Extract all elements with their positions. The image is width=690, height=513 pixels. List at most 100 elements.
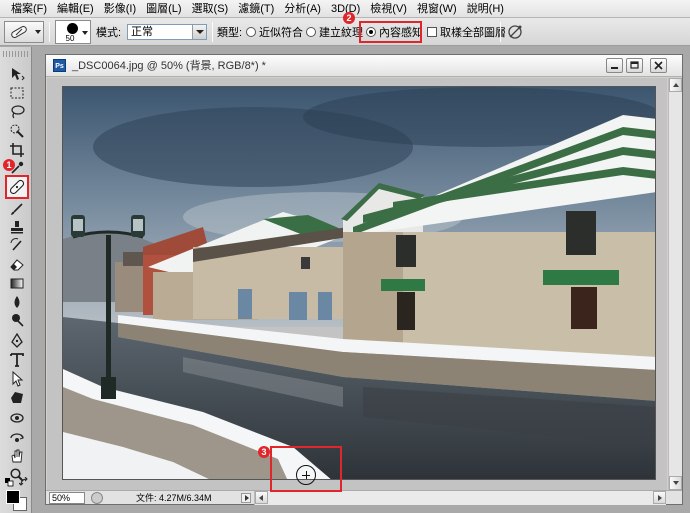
minimize-icon xyxy=(611,67,618,69)
3d-orbit-icon xyxy=(10,432,24,442)
path-selection-tool[interactable] xyxy=(8,370,26,387)
step-badge-2: 2 xyxy=(343,12,355,24)
document-titlebar[interactable]: Ps _DSC0064.jpg @ 50% (背景, RGB/8*) * xyxy=(46,55,682,77)
mode-select[interactable]: 正常 xyxy=(127,24,207,40)
tool-preset-picker[interactable] xyxy=(4,21,44,43)
step-badge-3: 3 xyxy=(258,446,270,458)
scroll-left-icon[interactable] xyxy=(255,491,268,504)
toolbox xyxy=(0,47,32,513)
eraser-tool[interactable] xyxy=(8,255,26,272)
shape-icon xyxy=(11,391,23,403)
type-tool[interactable] xyxy=(8,351,26,368)
hand-tool[interactable] xyxy=(8,447,26,464)
brush-tip-icon xyxy=(67,23,78,34)
menu-filter[interactable]: 濾鏡(T) xyxy=(233,0,279,18)
menu-image[interactable]: 影像(I) xyxy=(99,0,141,18)
default-colors-icon[interactable] xyxy=(5,478,15,488)
shape-tool[interactable] xyxy=(8,389,26,406)
pen-icon xyxy=(11,332,23,348)
highlight-box xyxy=(359,21,422,43)
eraser-icon xyxy=(10,258,24,270)
radio-proximity-label: 近似符合 xyxy=(259,27,303,39)
hand-icon xyxy=(11,449,23,462)
history-brush-tool[interactable] xyxy=(8,236,26,253)
healing-bandage-icon xyxy=(9,179,25,195)
scroll-down-icon[interactable] xyxy=(669,476,682,490)
history-brush-icon xyxy=(10,237,22,251)
sample-all-layers-checkbox[interactable]: 取樣全部圖層 xyxy=(427,18,506,46)
vertical-scrollbar[interactable] xyxy=(668,78,682,490)
dodge-tool[interactable] xyxy=(8,311,26,328)
dropdown-arrow-icon[interactable] xyxy=(192,25,206,39)
brush-tool[interactable] xyxy=(8,200,26,217)
minimize-button[interactable] xyxy=(606,58,623,73)
divider xyxy=(212,22,213,42)
stamp-icon xyxy=(11,220,23,233)
step-badge-1: 1 xyxy=(3,159,15,171)
crop-tool[interactable] xyxy=(8,141,26,158)
photoshop-icon: Ps xyxy=(53,59,66,72)
chevron-down-icon xyxy=(35,30,41,34)
status-info-icon[interactable] xyxy=(91,492,103,504)
3d-orbit-tool[interactable] xyxy=(8,428,26,445)
document-size-readout: 文件: 4.27M/6.34M xyxy=(136,493,212,503)
maximize-icon xyxy=(630,61,639,69)
horizontal-scrollbar[interactable] xyxy=(254,491,666,505)
zoom-level-field[interactable]: 50% xyxy=(49,492,85,504)
close-button[interactable] xyxy=(650,58,667,73)
gradient-tool[interactable] xyxy=(8,274,26,291)
mode-value: 正常 xyxy=(131,26,153,38)
menu-layer[interactable]: 圖層(L) xyxy=(141,0,186,18)
menu-file[interactable]: 檔案(F) xyxy=(6,0,52,18)
3d-rotate-icon xyxy=(10,412,24,423)
brush-cursor-icon xyxy=(296,465,316,485)
checkbox[interactable] xyxy=(427,27,437,37)
brush-size: 50 xyxy=(65,34,75,43)
move-tool[interactable] xyxy=(8,65,26,82)
document-window: Ps _DSC0064.jpg @ 50% (背景, RGB/8*) * 50%… xyxy=(45,54,683,505)
divider xyxy=(49,22,50,42)
water-drop-icon xyxy=(14,295,20,308)
type-label: 類型: xyxy=(217,27,243,39)
lasso-tool[interactable] xyxy=(8,103,26,120)
scroll-right-icon[interactable] xyxy=(653,491,666,504)
close-icon xyxy=(654,61,663,70)
menu-help[interactable]: 說明(H) xyxy=(462,0,509,18)
status-menu-arrow-icon[interactable] xyxy=(241,493,251,503)
gradient-icon xyxy=(10,278,24,288)
maximize-button[interactable] xyxy=(626,58,643,73)
menu-view[interactable]: 檢視(V) xyxy=(365,0,412,18)
spot-healing-brush-tool[interactable] xyxy=(5,175,29,199)
text-t-icon xyxy=(10,352,24,367)
document-title: _DSC0064.jpg @ 50% (背景, RGB/8*) * xyxy=(72,60,266,72)
clone-stamp-tool[interactable] xyxy=(8,218,26,235)
3d-rotate-tool[interactable] xyxy=(8,409,26,426)
brush-icon xyxy=(11,202,23,215)
toolbox-grip[interactable] xyxy=(3,51,29,57)
pen-tool[interactable] xyxy=(8,332,26,349)
brush-picker[interactable]: 50 xyxy=(55,20,91,44)
menu-window[interactable]: 視窗(W) xyxy=(412,0,462,18)
menu-analysis[interactable]: 分析(A) xyxy=(279,0,326,18)
menu-edit[interactable]: 編輯(E) xyxy=(52,0,99,18)
sample-all-layers-label: 取樣全部圖層 xyxy=(440,27,506,39)
radio-button[interactable] xyxy=(306,27,316,37)
canvas-area[interactable] xyxy=(47,78,667,490)
quick-selection-tool[interactable] xyxy=(8,122,26,139)
mode-label: 模式: xyxy=(96,27,122,39)
marquee-tool[interactable] xyxy=(8,84,26,101)
chevron-down-icon xyxy=(82,31,88,35)
swap-colors-icon[interactable] xyxy=(19,477,29,487)
crop-icon xyxy=(10,142,24,157)
menu-select[interactable]: 選取(S) xyxy=(187,0,234,18)
canal-warehouse-photo[interactable] xyxy=(62,86,656,480)
foreground-color-swatch[interactable] xyxy=(6,490,20,504)
scroll-up-icon[interactable] xyxy=(669,78,682,92)
blur-tool[interactable] xyxy=(8,293,26,310)
pressure-brush-icon[interactable] xyxy=(506,23,524,41)
radio-button[interactable] xyxy=(246,27,256,37)
radio-create-texture[interactable]: 建立紋理 xyxy=(306,18,363,46)
spot-healing-brush-icon xyxy=(11,26,27,38)
status-bar: 50% 文件: 4.27M/6.34M xyxy=(46,490,682,505)
radio-proximity-match[interactable]: 近似符合 xyxy=(246,18,303,46)
